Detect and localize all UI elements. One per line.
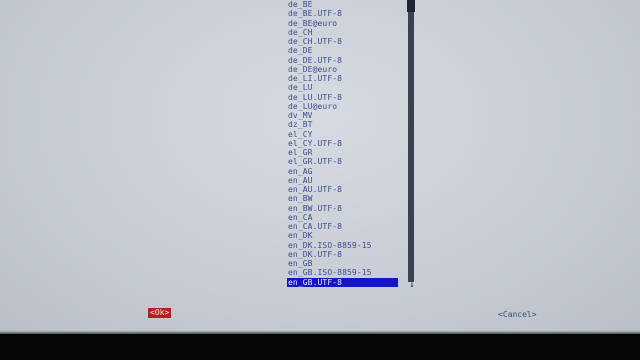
- scroll-down-arrow-icon[interactable]: ↓: [409, 280, 415, 290]
- monitor-bezel: [0, 334, 640, 360]
- locale-item[interactable]: en_BW.UTF-8: [287, 204, 402, 213]
- locale-item[interactable]: de_BE.UTF-8: [287, 9, 402, 18]
- locale-item[interactable]: en_AU: [287, 176, 402, 185]
- locale-item[interactable]: el_CY.UTF-8: [287, 139, 402, 148]
- locale-item[interactable]: en_BW: [287, 194, 402, 203]
- locale-item[interactable]: de_CH.UTF-8: [287, 37, 402, 46]
- scrollbar-track[interactable]: [408, 0, 414, 282]
- locale-item[interactable]: de_DE: [287, 46, 402, 55]
- terminal-screen: de_BE de_BE.UTF-8 de_BE@euro de_CH de_CH.UTF…: [0, 0, 640, 334]
- locale-list[interactable]: de_BE de_BE.UTF-8 de_BE@euro de_CH de_CH.UTF…: [287, 0, 405, 292]
- locale-item[interactable]: de_BE: [287, 0, 402, 9]
- cancel-button[interactable]: <Cancel>: [498, 310, 537, 320]
- locale-item[interactable]: dv_MV: [287, 111, 402, 120]
- locale-item[interactable]: el_GR: [287, 148, 402, 157]
- locale-item[interactable]: en_DK.ISO-8859-15: [287, 241, 402, 250]
- locale-item-selected[interactable]: en_GB.UTF-8: [287, 278, 398, 287]
- locale-item[interactable]: de_LU.UTF-8: [287, 93, 402, 102]
- locale-item[interactable]: el_CY: [287, 130, 402, 139]
- locale-item[interactable]: en_AG: [287, 167, 402, 176]
- locale-item[interactable]: en_CA.UTF-8: [287, 222, 402, 231]
- locale-item[interactable]: el_GR.UTF-8: [287, 157, 402, 166]
- locale-item[interactable]: de_DE.UTF-8: [287, 56, 402, 65]
- locale-item[interactable]: de_LI.UTF-8: [287, 74, 402, 83]
- locale-item[interactable]: de_LU: [287, 83, 402, 92]
- locale-item[interactable]: dz_BT: [287, 120, 402, 129]
- scrollbar-thumb[interactable]: [407, 0, 415, 12]
- locale-item[interactable]: en_DK.UTF-8: [287, 250, 402, 259]
- locale-item[interactable]: en_GB: [287, 259, 402, 268]
- ok-button[interactable]: <Ok>: [148, 308, 172, 318]
- locale-item[interactable]: de_CH: [287, 28, 402, 37]
- locale-item[interactable]: de_DE@euro: [287, 65, 402, 74]
- locale-item[interactable]: de_BE@euro: [287, 19, 402, 28]
- locale-item[interactable]: en_AU.UTF-8: [287, 185, 402, 194]
- locale-item[interactable]: de_LU@euro: [287, 102, 402, 111]
- locale-item[interactable]: en_DK: [287, 231, 402, 240]
- locale-item[interactable]: en_GB.ISO-8859-15: [287, 268, 402, 277]
- locale-item[interactable]: en_CA: [287, 213, 402, 222]
